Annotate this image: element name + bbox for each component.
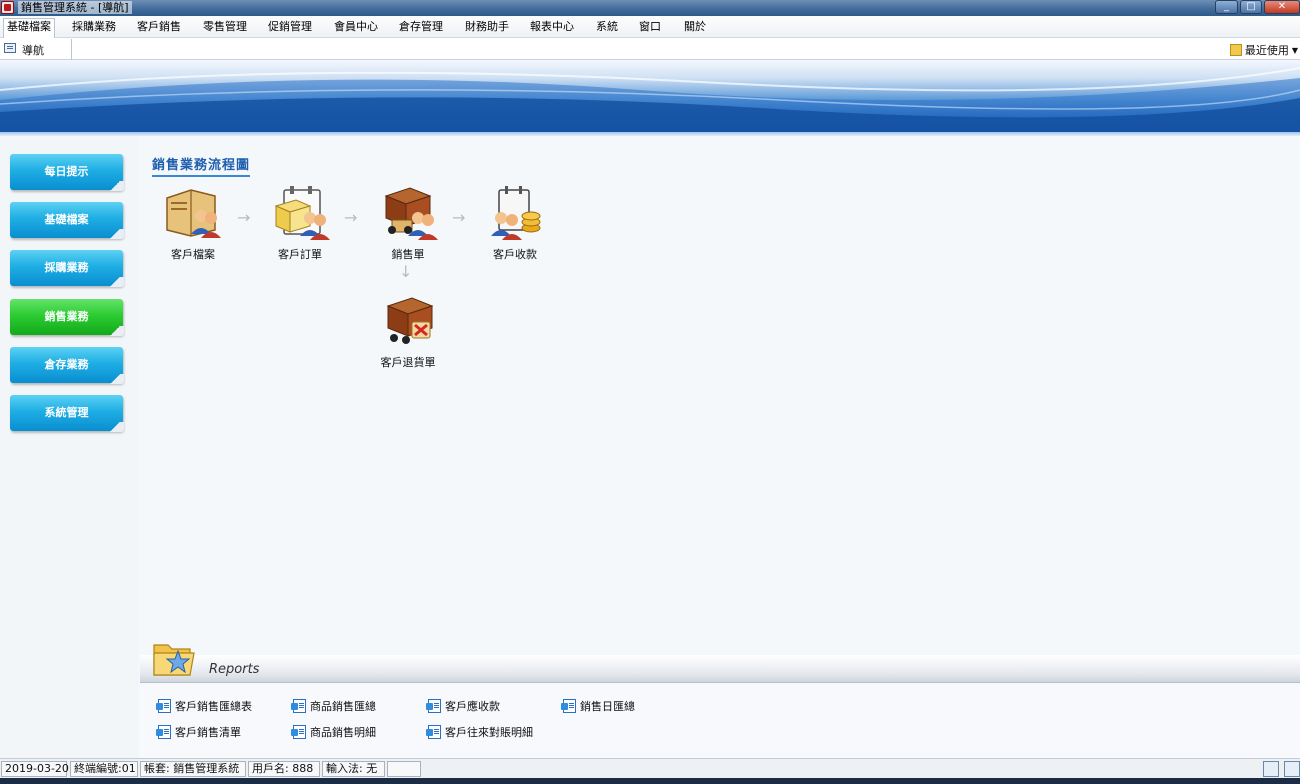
sidebar: 每日提示 基礎檔案 採購業務 銷售業務 倉存業務 系統管理 xyxy=(0,136,138,758)
status-account: 帳套: 銷售管理系統 xyxy=(140,761,246,777)
report-link-product-sales-detail[interactable]: 商品銷售明細 xyxy=(291,724,376,740)
report-link-label: 客戶往來對賬明細 xyxy=(445,726,533,739)
menu-member-center[interactable]: 會員中心 xyxy=(334,20,378,34)
return-truck-icon xyxy=(386,297,434,344)
flow-node-sales-order[interactable]: 銷售單 xyxy=(368,186,448,262)
flow-title: 銷售業務流程圖 xyxy=(152,154,251,177)
status-ime: 輸入法: 无 xyxy=(322,761,385,777)
menu-customer-sales[interactable]: 客戶銷售 xyxy=(137,20,181,34)
reports-list: 客戶銷售匯總表 商品銷售匯總 客戶應收款 銷售日匯總 客戶銷售清單 商品銷售明細… xyxy=(140,684,1300,758)
sidebar-item-system-management[interactable]: 系統管理 xyxy=(10,395,124,432)
flow-arrow-right-icon: → xyxy=(237,208,251,227)
window-title: 銷售管理系統 - [導航] xyxy=(18,1,132,14)
recent-used-button[interactable]: 最近使用 ▼ xyxy=(1229,42,1298,58)
status-bar: 2019-03-20 終端編號:01 帳套: 銷售管理系統 用戶名: 888 輸… xyxy=(0,758,1300,778)
layout-split-icon[interactable] xyxy=(1284,761,1300,777)
tab-navigation-label: 導航 xyxy=(22,44,44,57)
recent-icon xyxy=(1229,44,1242,56)
flow-arrow-down-icon: ↓ xyxy=(399,262,413,281)
report-link-label: 客戶銷售匯總表 xyxy=(175,700,252,713)
reports-header: Reports xyxy=(140,644,1300,683)
report-doc-icon xyxy=(291,699,306,713)
report-link-daily-sales-summary[interactable]: 銷售日匯總 xyxy=(561,698,635,714)
reports-title: Reports xyxy=(209,662,260,677)
report-doc-icon xyxy=(426,699,441,713)
menu-window[interactable]: 窗口 xyxy=(639,20,661,34)
main-panel: 銷售業務流程圖 客戶檔案 → 客戶訂單 → 銷售單 → 客戶收款 ↓ 客戶退貨單 xyxy=(140,136,1300,658)
header-banner xyxy=(0,60,1300,132)
flow-node-label: 銷售單 xyxy=(391,248,425,261)
menu-promotion[interactable]: 促銷管理 xyxy=(268,20,312,34)
tab-strip: 導航 最近使用 ▼ xyxy=(0,38,1300,60)
tab-navigation[interactable]: 導航 xyxy=(0,39,72,60)
flow-node-customer-payment[interactable]: 客戶收款 xyxy=(475,186,555,262)
app-icon[interactable] xyxy=(1,1,14,14)
os-taskbar xyxy=(0,778,1300,784)
report-doc-icon xyxy=(156,699,171,713)
sidebar-item-sales[interactable]: 銷售業務 xyxy=(10,299,124,336)
status-terminal: 終端編號:01 xyxy=(70,761,138,777)
report-link-label: 銷售日匯總 xyxy=(580,700,635,713)
flow-node-customer-order[interactable]: 客戶訂單 xyxy=(260,186,340,262)
recent-used-label: 最近使用 xyxy=(1244,44,1289,57)
report-doc-icon xyxy=(291,725,306,739)
flow-arrow-right-icon: → xyxy=(452,208,466,227)
minimize-button[interactable]: _ xyxy=(1215,0,1238,14)
status-blank xyxy=(387,761,421,777)
chevron-down-icon: ▼ xyxy=(1291,45,1298,55)
menu-retail[interactable]: 零售管理 xyxy=(203,20,247,34)
report-doc-icon xyxy=(426,725,441,739)
sales-truck-icon xyxy=(384,187,438,240)
report-doc-icon xyxy=(156,725,171,739)
status-date: 2019-03-20 xyxy=(1,761,69,777)
sidebar-item-purchasing[interactable]: 採購業務 xyxy=(10,250,124,287)
menu-about[interactable]: 關於 xyxy=(684,20,706,34)
navigation-icon xyxy=(4,43,16,53)
sidebar-item-daily-tips[interactable]: 每日提示 xyxy=(10,154,124,191)
report-link-customer-sales-summary[interactable]: 客戶銷售匯總表 xyxy=(156,698,252,714)
report-link-customer-sales-list[interactable]: 客戶銷售清單 xyxy=(156,724,241,740)
report-link-customer-statement-detail[interactable]: 客戶往來對賬明細 xyxy=(426,724,533,740)
maximize-button[interactable]: □ xyxy=(1240,0,1262,14)
menu-bar: 基礎檔案 採購業務 客戶銷售 零售管理 促銷管理 會員中心 倉存管理 財務助手 … xyxy=(0,16,1300,38)
report-link-label: 商品銷售明細 xyxy=(310,726,376,739)
flow-node-customer-return[interactable]: 客戶退貨單 xyxy=(368,294,448,370)
flow-node-customer-profile[interactable]: 客戶檔案 xyxy=(153,186,233,262)
title-bar: 銷售管理系統 - [導航] _ □ ✕ xyxy=(0,0,1300,16)
flow-arrow-right-icon: → xyxy=(344,208,358,227)
report-link-customer-receivables[interactable]: 客戶應收款 xyxy=(426,698,500,714)
menu-warehouse[interactable]: 倉存管理 xyxy=(399,20,443,34)
close-button[interactable]: ✕ xyxy=(1264,0,1300,14)
flow-node-label: 客戶收款 xyxy=(493,248,537,261)
menu-purchasing[interactable]: 採購業務 xyxy=(72,20,116,34)
report-link-label: 商品銷售匯總 xyxy=(310,700,376,713)
report-doc-icon xyxy=(561,699,576,713)
sidebar-item-basic-files[interactable]: 基礎檔案 xyxy=(10,202,124,239)
reports-folder-icon xyxy=(153,644,195,676)
report-link-label: 客戶銷售清單 xyxy=(175,726,241,739)
layout-single-icon[interactable] xyxy=(1263,761,1279,777)
customer-order-icon xyxy=(274,186,330,240)
flow-node-label: 客戶退貨單 xyxy=(380,356,436,369)
flow-node-label: 客戶檔案 xyxy=(171,248,215,261)
menu-basic-files[interactable]: 基礎檔案 xyxy=(3,18,55,38)
menu-system[interactable]: 系統 xyxy=(596,20,618,34)
status-user: 用戶名: 888 xyxy=(248,761,320,777)
flow-node-label: 客戶訂單 xyxy=(278,248,322,261)
menu-report-center[interactable]: 報表中心 xyxy=(530,20,574,34)
sidebar-item-warehouse[interactable]: 倉存業務 xyxy=(10,347,124,384)
report-link-product-sales-summary[interactable]: 商品銷售匯總 xyxy=(291,698,376,714)
customer-payment-icon xyxy=(491,186,541,240)
menu-finance[interactable]: 財務助手 xyxy=(465,20,509,34)
customer-profile-icon xyxy=(166,189,221,238)
report-link-label: 客戶應收款 xyxy=(445,700,500,713)
banner-wave-graphic xyxy=(0,67,1300,132)
